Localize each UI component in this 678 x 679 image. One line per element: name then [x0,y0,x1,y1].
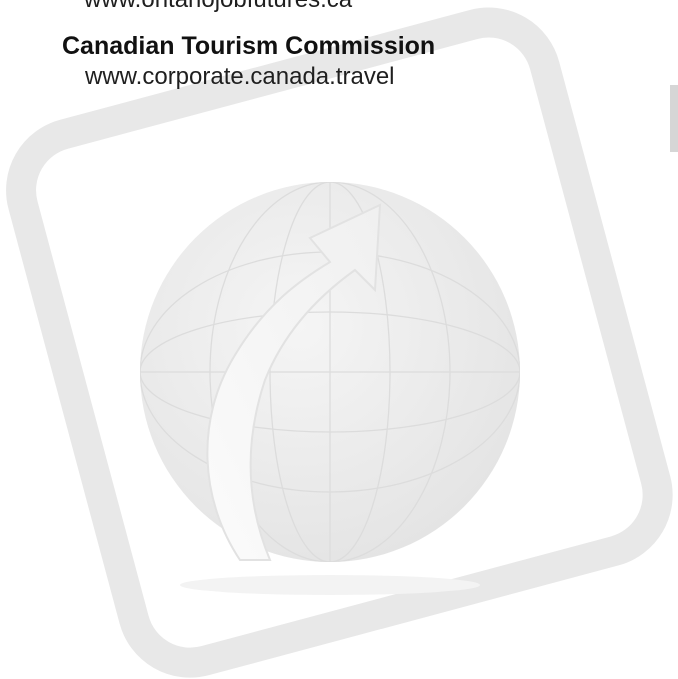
resource-url[interactable]: www.corporate.canada.travel [85,65,435,89]
resource-entry: www.ontariojobfutures.ca [84,0,352,12]
resource-url[interactable]: www.ontariojobfutures.ca [84,0,352,12]
watermark-graphic [6,7,673,678]
edge-tab [670,85,678,152]
resource-entry: Canadian Tourism Commission www.corporat… [62,34,435,89]
resource-org-name: Canadian Tourism Commission [62,32,436,60]
